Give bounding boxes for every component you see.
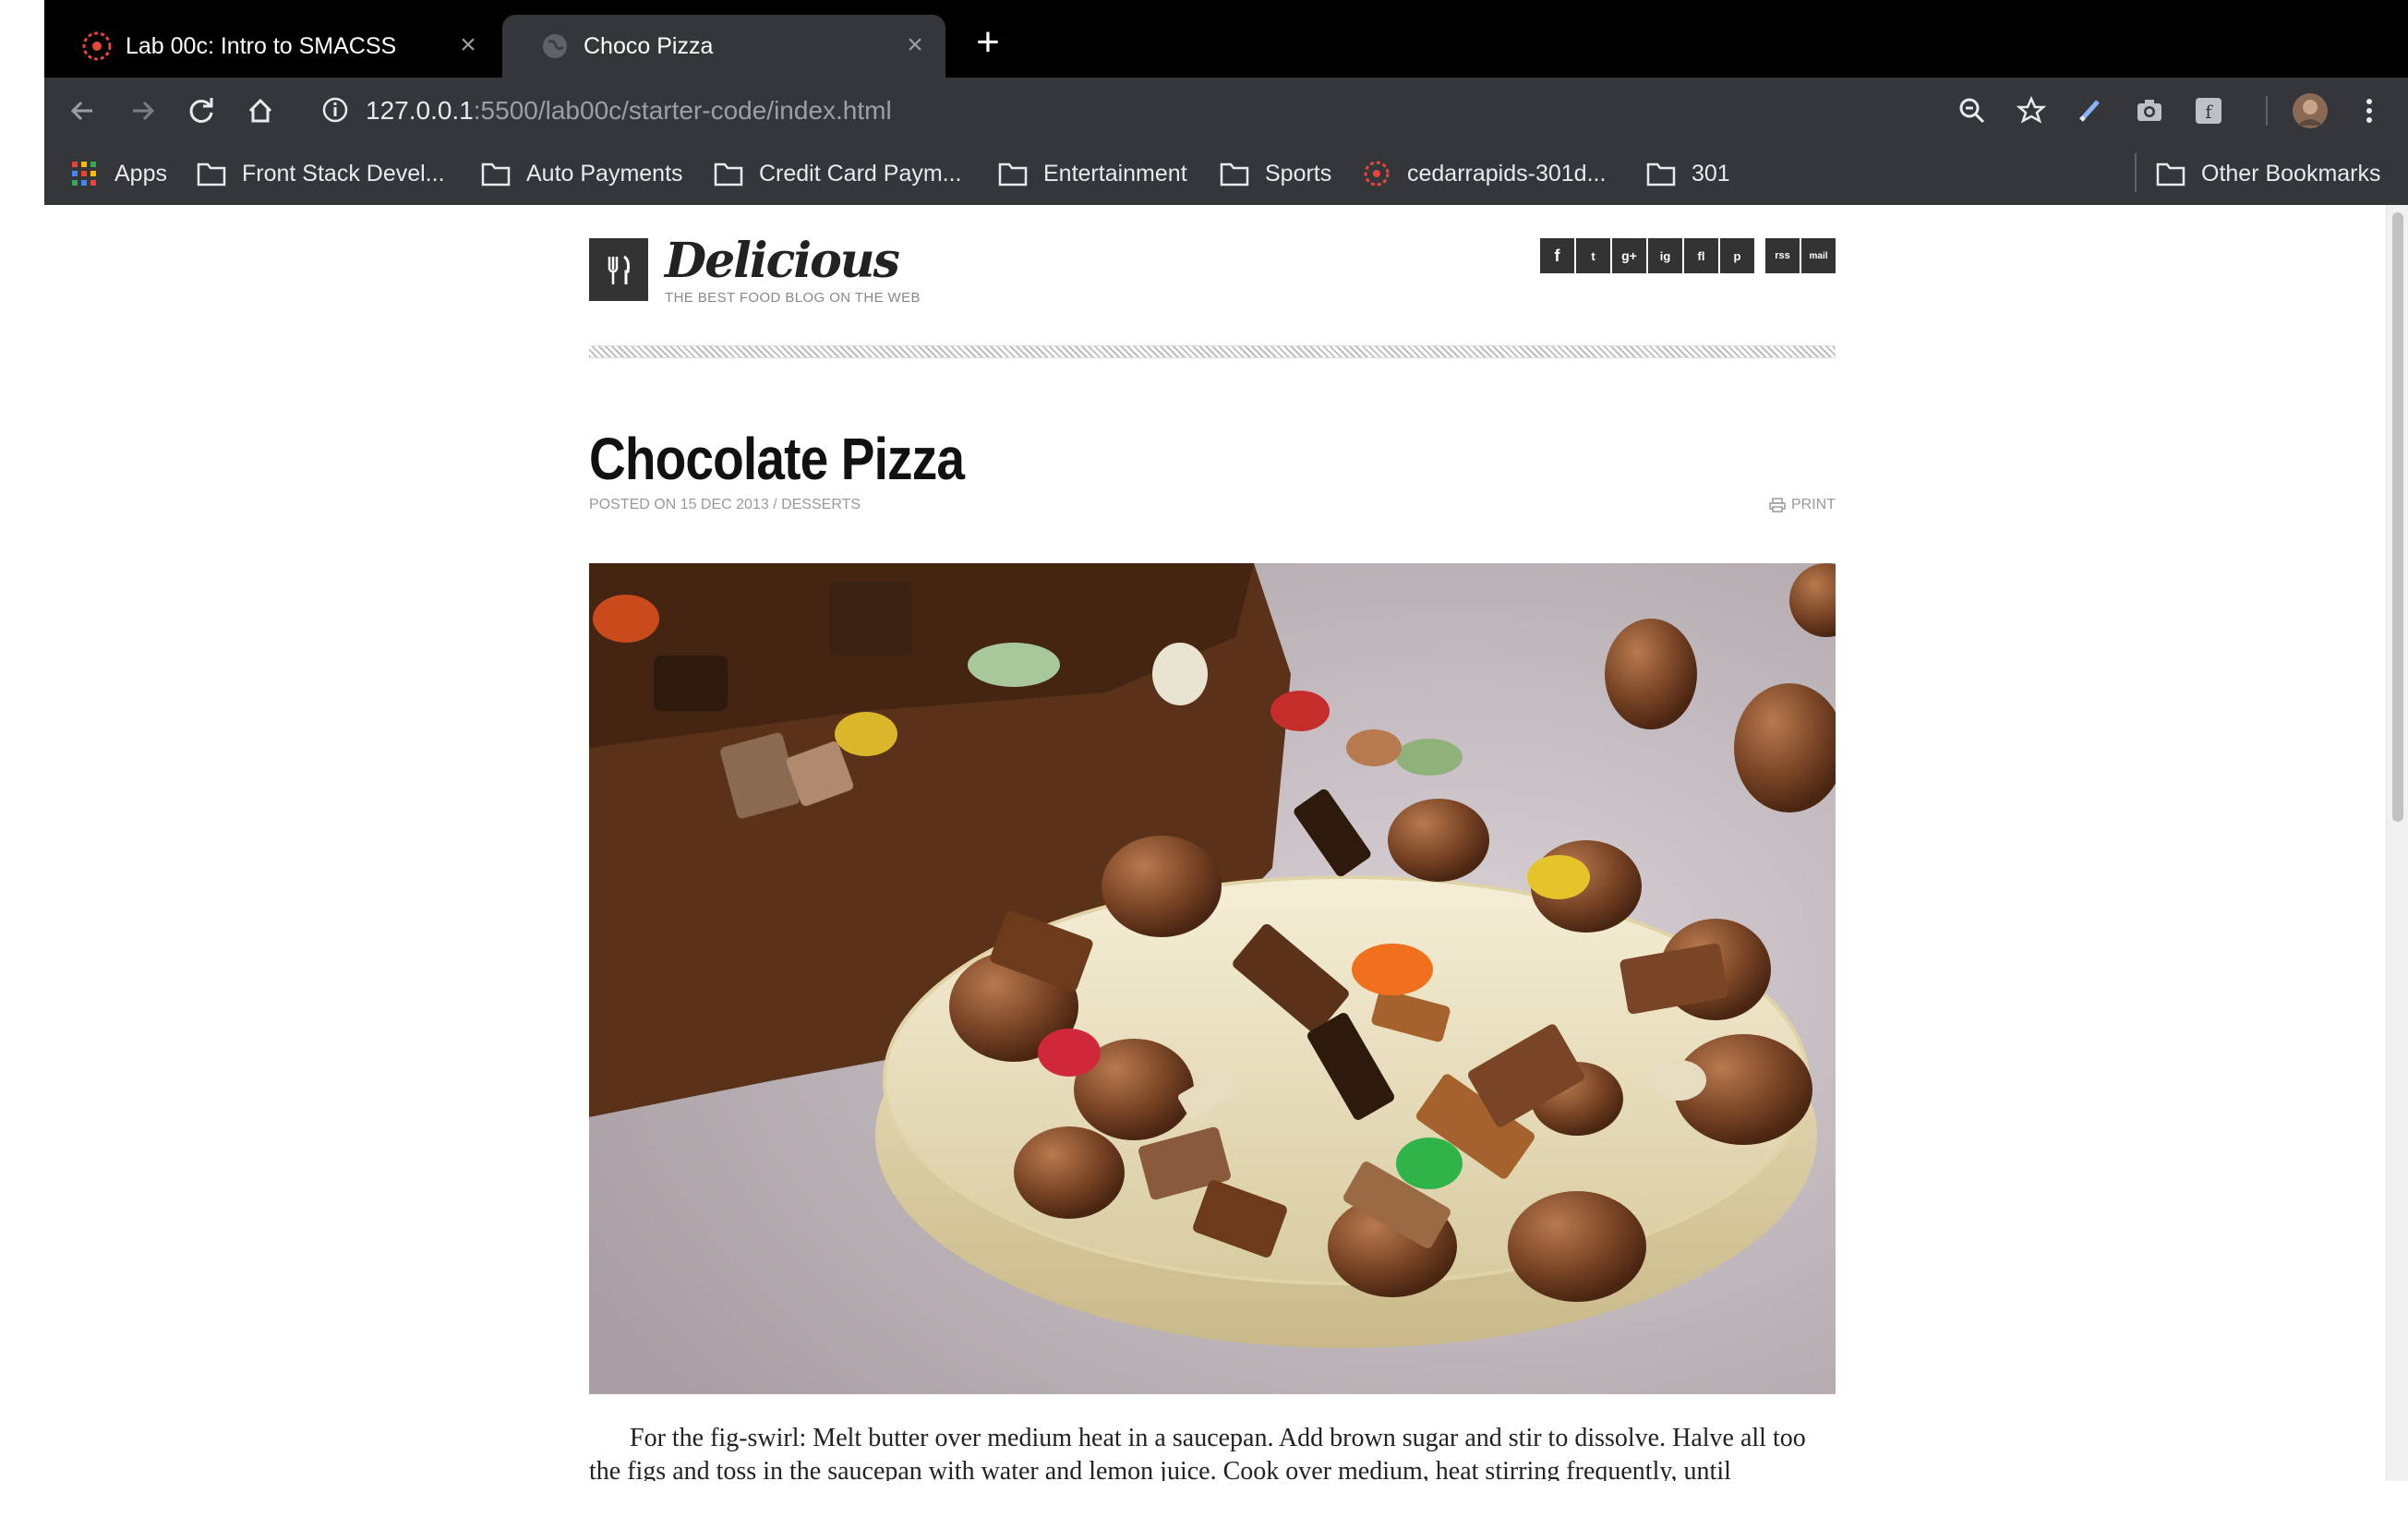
toolbar-divider (2266, 96, 2268, 126)
bookmark-star-icon[interactable] (2011, 90, 2052, 131)
site-name[interactable]: Delicious (665, 233, 900, 289)
url-text: 127.0.0.1:5500/lab00c/starter-code/index… (366, 96, 892, 126)
header-divider (589, 345, 1836, 358)
page-viewport[interactable]: Delicious THE BEST FOOD BLOG ON THE WEB … (44, 205, 2408, 1481)
instagram-icon[interactable]: ig (1648, 238, 1682, 273)
canvas-logo-icon (1364, 161, 1390, 187)
print-link[interactable]: PRINT (1769, 497, 1836, 513)
mail-icon[interactable]: mail (1801, 238, 1836, 273)
post-body: For the fig-swirl: Melt butter over medi… (589, 1424, 1806, 1481)
folder-icon (2156, 163, 2185, 187)
post-title: Chocolate Pizza (589, 426, 965, 492)
bookmark-label: Entertainment (1043, 160, 1187, 187)
folder-icon (481, 163, 511, 187)
back-icon[interactable] (63, 90, 103, 131)
tab-title: Lab 00c: Intro to SMACSS (126, 33, 397, 59)
canvas-logo-icon (82, 31, 112, 61)
rss-icon[interactable]: rss (1765, 238, 1800, 273)
bookmarks-divider (2135, 153, 2137, 192)
close-tab-icon[interactable]: × (454, 31, 482, 59)
bookmark-entertainment[interactable]: Entertainment (997, 155, 1187, 192)
other-bookmarks[interactable]: Other Bookmarks (2155, 155, 2381, 192)
flickr-icon[interactable]: fl (1684, 238, 1718, 273)
browser-window: Lab 00c: Intro to SMACSS × Choco Pizza ×… (44, 0, 2408, 205)
tab-title: Choco Pizza (584, 33, 714, 59)
bookmark-apps[interactable]: Apps (68, 155, 167, 192)
bookmark-front-stack[interactable]: Front Stack Devel... (196, 155, 445, 192)
reload-icon[interactable] (181, 90, 222, 131)
bookmark-label: Other Bookmarks (2201, 160, 2381, 187)
bookmark-label: Front Stack Devel... (242, 160, 445, 187)
bookmark-label: Apps (114, 160, 167, 187)
bookmark-label: Sports (1265, 160, 1332, 187)
folder-icon (1646, 163, 1676, 187)
url-path: :5500/lab00c/starter-code/index.html (473, 96, 892, 125)
browser-toolbar: 127.0.0.1:5500/lab00c/starter-code/index… (44, 78, 2408, 144)
site-logo[interactable] (589, 238, 648, 301)
bookmark-cedarrapids[interactable]: cedarrapids-301d... (1361, 155, 1606, 192)
url-host: 127.0.0.1 (366, 96, 474, 125)
globe-icon (543, 34, 567, 58)
close-tab-icon[interactable]: × (901, 31, 929, 59)
pinterest-icon[interactable]: p (1720, 238, 1754, 273)
bookmark-credit-card[interactable]: Credit Card Paym... (713, 155, 962, 192)
post-meta: POSTED ON 15 DEC 2013 / DESSERTS (589, 497, 861, 512)
bookmark-auto-payments[interactable]: Auto Payments (480, 155, 683, 192)
bookmarks-bar: Apps Front Stack Devel... Auto Payments … (44, 144, 2408, 205)
font-extension-icon[interactable]: f (2188, 90, 2229, 131)
bookmark-301[interactable]: 301 (1645, 155, 1730, 192)
tab-strip: Lab 00c: Intro to SMACSS × Choco Pizza ×… (44, 0, 2408, 78)
folder-icon (1220, 163, 1249, 187)
address-bar[interactable]: 127.0.0.1:5500/lab00c/starter-code/index… (312, 85, 2048, 137)
printer-icon (1769, 498, 1786, 512)
print-label: PRINT (1791, 497, 1836, 512)
site-tagline: THE BEST FOOD BLOG ON THE WEB (665, 290, 921, 306)
bookmark-label: cedarrapids-301d... (1407, 160, 1607, 187)
new-tab-button[interactable]: + (968, 22, 1008, 65)
fork-knife-icon (608, 255, 630, 284)
scrollbar-thumb[interactable] (2392, 212, 2403, 822)
twitter-icon[interactable]: t (1576, 238, 1610, 273)
bookmark-sports[interactable]: Sports (1219, 155, 1331, 192)
forward-icon[interactable] (122, 90, 163, 131)
google-plus-icon[interactable]: g+ (1612, 238, 1646, 273)
zoom-icon[interactable] (1952, 90, 1993, 131)
facebook-icon[interactable]: f (1540, 238, 1574, 273)
tab-lab-00c[interactable]: Lab 00c: Intro to SMACSS × (44, 15, 499, 78)
menu-kebab-icon[interactable] (2349, 90, 2390, 131)
scrollbar[interactable] (2386, 205, 2408, 1481)
home-icon[interactable] (240, 90, 281, 131)
apps-grid-icon (72, 162, 96, 186)
pen-extension-icon[interactable] (2070, 90, 2111, 131)
bookmark-label: Credit Card Paym... (759, 160, 962, 187)
bookmark-label: 301 (1692, 160, 1730, 187)
folder-icon (998, 163, 1028, 187)
folder-icon (714, 163, 743, 187)
info-icon[interactable] (319, 94, 351, 126)
bookmark-label: Auto Payments (526, 160, 683, 187)
tab-choco-pizza[interactable]: Choco Pizza × (502, 15, 945, 78)
hero-image (589, 563, 1836, 1394)
folder-icon (197, 163, 226, 187)
avatar[interactable] (2290, 90, 2330, 131)
camera-extension-icon[interactable] (2129, 90, 2170, 131)
